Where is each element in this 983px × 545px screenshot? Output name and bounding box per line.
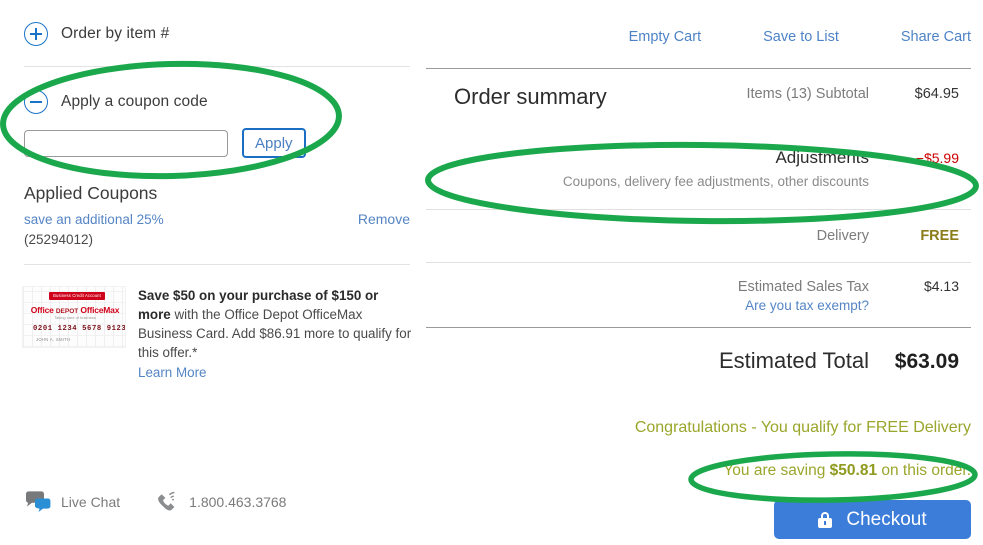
remove-coupon-link[interactable]: Remove: [358, 211, 410, 227]
cart-action-links: Empty Cart Save to List Share Cart: [629, 29, 971, 45]
business-credit-card-image: Business Credit Account Office DEPOT Off…: [22, 286, 126, 348]
delivery-row: Delivery FREE: [426, 228, 971, 244]
divider-adjustments: [426, 209, 971, 210]
card-tagline: Taking care of business: [54, 315, 96, 320]
save-to-list-link[interactable]: Save to List: [763, 29, 839, 45]
estimated-total-label: Estimated Total: [718, 348, 869, 373]
sales-tax-label: Estimated Sales Tax: [737, 279, 869, 295]
apply-coupon-button[interactable]: Apply: [242, 128, 306, 158]
coupon-form: Apply: [24, 128, 306, 158]
chat-bubbles-icon: [26, 491, 51, 512]
coupon-name: save an additional 25%: [24, 212, 164, 227]
card-digits: 0201 1234 5678 9123: [33, 325, 126, 333]
sales-tax-amount: $4.13: [923, 278, 959, 294]
promo-body: with the Office Depot OfficeMax Business…: [138, 307, 412, 361]
order-by-item-toggle[interactable]: Order by item #: [24, 22, 169, 46]
adjustments-sublabel: Coupons, delivery fee adjustments, other…: [562, 174, 869, 189]
contact-row: Live Chat 1.800.463.3768: [24, 490, 286, 514]
learn-more-link[interactable]: Learn More: [138, 363, 206, 382]
divider-summary-top: [426, 68, 971, 69]
applied-coupon-row: save an additional 25% (25294012) Remove: [24, 210, 410, 249]
delivery-amount: FREE: [920, 228, 959, 244]
live-chat-button[interactable]: Live Chat: [24, 491, 120, 513]
savings-suffix: on this order.: [877, 462, 971, 479]
divider-delivery: [426, 262, 971, 263]
applied-coupons-heading: Applied Coupons: [24, 183, 158, 203]
card-brand-officemax: OfficeMax: [80, 305, 120, 315]
card-brand-office: Office: [30, 305, 54, 315]
phone-number[interactable]: 1.800.463.3768: [154, 490, 286, 514]
divider-top: [24, 66, 410, 67]
savings-amount: $50.81: [829, 462, 878, 479]
plus-circle-icon: [24, 22, 48, 46]
card-holder-line: JOHN A. SMITH: [36, 337, 71, 342]
coupon-code: (25294012): [24, 231, 94, 247]
estimated-total-row: Estimated Total $63.09: [426, 348, 971, 374]
share-cart-link[interactable]: Share Cart: [901, 29, 971, 45]
empty-cart-link[interactable]: Empty Cart: [629, 29, 702, 45]
adjustments-label: Adjustments: [775, 148, 869, 167]
subtotal-amount: $64.95: [914, 86, 959, 102]
divider-total: [426, 327, 971, 328]
tax-exempt-link[interactable]: Are you tax exempt?: [426, 298, 971, 313]
order-by-item-label: Order by item #: [61, 25, 170, 42]
card-brand-depot: DEPOT: [55, 308, 79, 315]
minus-circle-icon: [24, 90, 48, 114]
apply-coupon-label: Apply a coupon code: [61, 93, 208, 110]
subtotal-label: Items (13) Subtotal: [746, 86, 870, 102]
subtotal-row: Items (13) Subtotal $64.95: [426, 86, 971, 102]
phone-ringing-icon: [158, 491, 175, 511]
left-panel: Order by item # Apply a coupon code Appl…: [0, 0, 420, 545]
delivery-label: Delivery: [816, 228, 869, 244]
cart-order-summary-page: Order by item # Apply a coupon code Appl…: [0, 0, 983, 545]
live-chat-label: Live Chat: [61, 494, 121, 510]
order-summary-panel: Empty Cart Save to List Share Cart Order…: [426, 0, 983, 545]
adjustments-amount: −$5.99: [915, 150, 959, 166]
lock-icon: [818, 511, 833, 528]
credit-card-promo: Business Credit Account Office DEPOT Off…: [22, 286, 414, 382]
card-badge: Business Credit Account: [49, 292, 105, 300]
adjustments-row: Adjustments −$5.99 Coupons, delivery fee…: [426, 148, 971, 189]
card-brand: Office DEPOT OfficeMax: [30, 305, 120, 315]
checkout-button[interactable]: Checkout: [774, 500, 971, 539]
savings-message: You are saving $50.81 on this order.: [438, 462, 971, 480]
apply-coupon-toggle[interactable]: Apply a coupon code: [24, 90, 208, 114]
savings-prefix: You are saving: [723, 462, 830, 479]
free-delivery-message: Congratulations - You qualify for FREE D…: [634, 419, 971, 436]
estimated-total-amount: $63.09: [894, 350, 959, 373]
promo-copy: Save $50 on your purchase of $150 or mor…: [138, 286, 414, 382]
checkout-label: Checkout: [846, 508, 927, 530]
phone-label: 1.800.463.3768: [189, 494, 287, 510]
sales-tax-row: Estimated Sales Tax $4.13 Are you tax ex…: [426, 278, 971, 313]
coupon-code-input[interactable]: [24, 129, 228, 157]
divider-coupons: [24, 264, 410, 265]
